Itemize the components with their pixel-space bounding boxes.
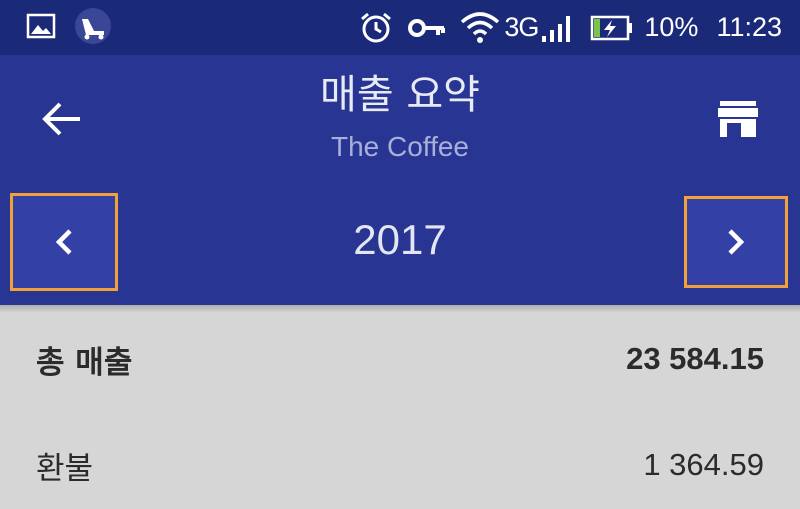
total-sales-label: 총 매출 — [36, 344, 133, 381]
signal-icon — [540, 12, 576, 44]
summary-list: 총 매출 23 584.15 환불 1 364.59 — [0, 305, 800, 509]
store-name: The Coffee — [330, 131, 470, 162]
refund-value: 1 364.59 — [643, 447, 764, 482]
chevron-right-icon — [728, 229, 745, 255]
store-icon — [718, 101, 758, 137]
arrow-left-icon — [42, 102, 80, 136]
total-sales-value: 23 584.15 — [626, 341, 764, 376]
key-icon — [408, 17, 446, 39]
back-button[interactable] — [36, 93, 88, 145]
page-title: 매출 요약 — [320, 72, 480, 118]
refund-row: 환불 1 364.59 — [36, 439, 764, 491]
chevron-left-icon — [55, 229, 72, 255]
refund-label: 환불 — [36, 450, 94, 487]
app-bar: 매출 요약 The Coffee 2017 — [0, 55, 800, 305]
total-sales-row: 총 매출 23 584.15 — [36, 333, 764, 385]
store-button[interactable] — [712, 95, 764, 143]
image-icon — [26, 13, 56, 43]
clock: 11:23 — [716, 12, 782, 42]
selected-year: 2017 — [353, 216, 447, 263]
battery-icon — [590, 14, 634, 42]
status-bar-system: 3G 10% 11:23 — [358, 0, 782, 55]
next-year-button[interactable] — [684, 196, 788, 288]
status-bar-notifications — [26, 7, 112, 49]
wifi-icon — [460, 11, 500, 44]
battery-percent: 10% — [644, 12, 699, 42]
app-bar-shadow — [0, 305, 800, 313]
status-bar: 3G 10% 11:23 — [0, 0, 800, 55]
alarm-icon — [358, 10, 394, 46]
network-type-label: 3G — [504, 12, 539, 42]
previous-year-button[interactable] — [10, 193, 118, 291]
app-notification-icon — [74, 7, 112, 49]
